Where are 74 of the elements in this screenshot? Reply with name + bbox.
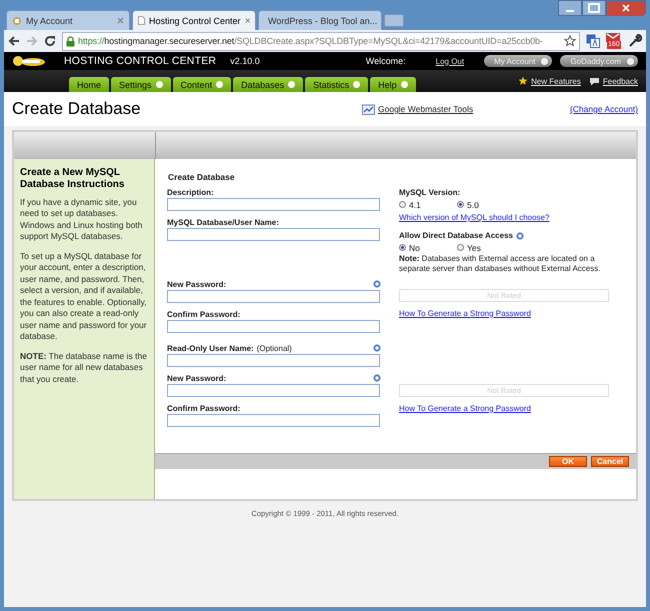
browser-tab[interactable]: WordPress - Blog Tool an... (258, 10, 382, 30)
field-label: MySQL Version: (399, 187, 462, 198)
field-label: New Password: (167, 280, 226, 289)
optional-label: (Optional) (256, 344, 292, 353)
close-icon[interactable] (117, 17, 124, 24)
instructions-paragraph: NOTE: The database name is the user name for all new databases that you create. (20, 350, 148, 386)
field-label: Description: (167, 188, 214, 197)
address-bar[interactable]: https://hostingmanager.secureserver.net/SQLDBCreate.aspx?SQLDBType=MySQL&ci=42179&accountUID=a25ccb0b- (62, 32, 580, 50)
browser-tab[interactable]: Hosting Control Center (132, 10, 256, 30)
instructions-paragraph: To set up a MySQL database for your account, enter a description, user name, and password. Then, select a version, and if available, the features to enable. Optionally, you can also create a read-only user name and password for your database. (20, 250, 148, 343)
lock-icon (66, 36, 75, 46)
help-icon[interactable] (373, 374, 381, 382)
change-account-link[interactable]: (Change Account) (570, 104, 638, 114)
nav-tab[interactable]: Settings (111, 77, 171, 92)
webmaster-tools-link[interactable]: Google Webmaster Tools (378, 104, 474, 114)
help-icon[interactable] (373, 280, 381, 288)
field-label: New Password: (167, 374, 226, 383)
version-radio[interactable]: 4.1 (399, 200, 457, 210)
strong-password-link[interactable]: How To Generate a Strong Password (399, 308, 611, 318)
instructions-paragraph: If you have a dynamic site, you need to set up databases. Windows and Linux hosting both support MySQL databases. (20, 197, 144, 243)
page-icon (138, 15, 145, 26)
welcome-label: Welcome: (366, 56, 406, 66)
star-icon[interactable] (564, 35, 576, 47)
input-field[interactable] (167, 198, 380, 211)
chart-icon (362, 103, 375, 115)
minimize-button[interactable] (558, 0, 582, 16)
translate-icon[interactable] (586, 34, 600, 48)
access-radio[interactable]: No (399, 242, 457, 252)
nav-tab[interactable]: Content (172, 77, 232, 92)
header-link[interactable]: New Features (531, 76, 581, 86)
form-heading: Create Database (168, 172, 236, 182)
help-icon[interactable] (516, 232, 524, 240)
app-icon (12, 16, 22, 26)
page-title: Create Database (12, 99, 142, 119)
version-label: v2.10.0 (230, 56, 260, 66)
browser-tab[interactable]: My Account (6, 10, 130, 30)
field-label: Read-Only User Name: (167, 344, 254, 353)
field-label: Confirm Password: (167, 310, 240, 319)
nav-tab[interactable]: Statistics (305, 77, 368, 92)
access-radio[interactable]: Yes (457, 242, 515, 252)
product-title: HOSTING CONTROL CENTER (64, 55, 216, 67)
close-icon (622, 4, 630, 12)
input-field[interactable] (167, 354, 380, 367)
version-radio[interactable]: 5.0 (457, 200, 515, 210)
close-icon[interactable] (244, 17, 250, 24)
tab-title: WordPress - Blog Tool an... (268, 16, 378, 26)
input-field[interactable] (167, 290, 380, 303)
logo-icon (12, 54, 46, 68)
strong-password-link[interactable]: How To Generate a Strong Password (399, 404, 611, 413)
input-field[interactable] (167, 414, 380, 427)
field-label: MySQL Database/User Name: (167, 218, 279, 227)
access-note: Note: Databases with External access are located on a separate server than databases without External Access. (399, 254, 602, 275)
input-field[interactable] (167, 320, 380, 333)
maximize-button[interactable] (582, 0, 606, 16)
speech-bubble-icon (588, 76, 600, 86)
close-button[interactable] (606, 0, 646, 16)
back-icon[interactable] (8, 35, 20, 47)
nav-tab[interactable]: Help (370, 77, 416, 92)
field-label: Confirm Password: (167, 404, 240, 413)
star-icon (518, 76, 528, 86)
log-out-link[interactable]: Log Out (436, 56, 464, 66)
tab-title: My Account (26, 16, 74, 26)
input-field[interactable] (167, 228, 380, 241)
wrench-icon[interactable] (628, 34, 642, 48)
field-label: Allow Direct Database Access (399, 231, 513, 240)
input-field[interactable] (167, 384, 380, 397)
version-help-link[interactable]: Which version of MySQL should I choose? (399, 213, 611, 222)
instructions-title: Create a New MySQL Database Instructions (20, 167, 126, 191)
reload-icon[interactable] (44, 35, 56, 47)
nav-tab[interactable]: Databases (233, 77, 304, 92)
nav-tab[interactable]: Home (69, 77, 110, 92)
help-icon[interactable] (373, 344, 381, 352)
tab-title: Hosting Control Center (149, 16, 241, 26)
header-link[interactable]: Feedback (602, 76, 638, 86)
